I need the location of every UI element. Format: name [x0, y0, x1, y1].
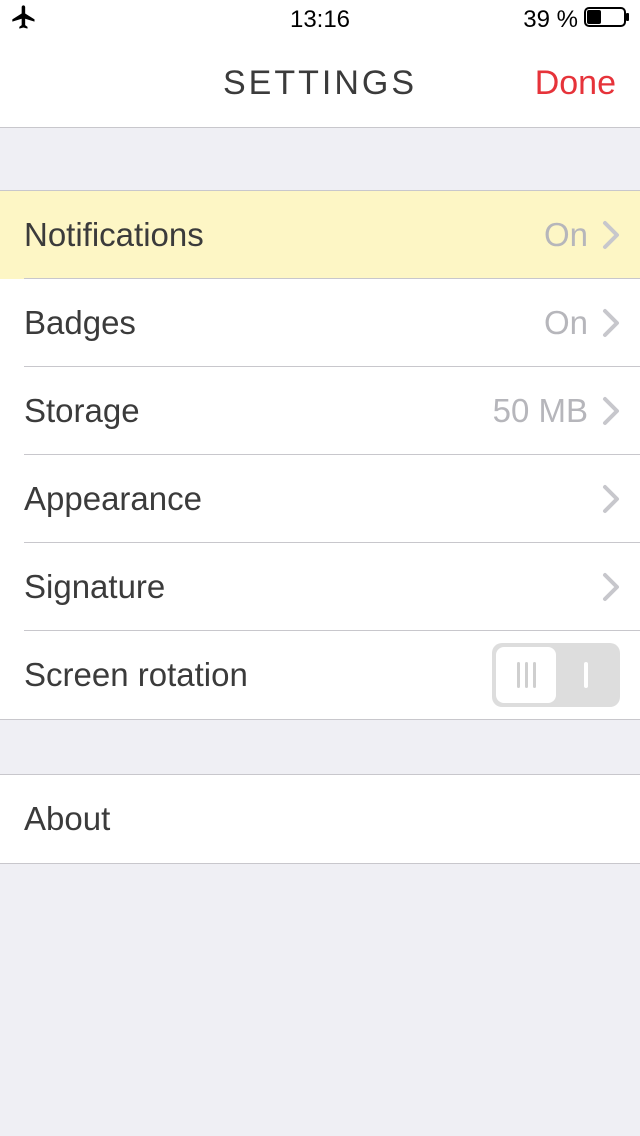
settings-list-about: About	[0, 774, 640, 864]
settings-list-main: Notifications On Badges On Storage 50 MB…	[0, 190, 640, 720]
row-value: On	[544, 304, 588, 342]
airplane-mode-icon	[10, 3, 38, 38]
nav-bar: SETTINGS Done	[0, 40, 640, 128]
section-gap	[0, 720, 640, 774]
row-screen-rotation: Screen rotation	[0, 631, 640, 719]
row-signature[interactable]: Signature	[0, 543, 640, 631]
status-time: 13:16	[290, 6, 350, 34]
status-right: 39 %	[523, 6, 630, 34]
row-tail: On	[544, 216, 620, 254]
page-title: SETTINGS	[223, 64, 417, 103]
screen-rotation-toggle[interactable]	[492, 643, 620, 707]
row-tail: 50 MB	[493, 392, 620, 430]
toggle-knob	[496, 647, 556, 703]
row-label: Storage	[24, 392, 140, 430]
status-bar: 13:16 39 %	[0, 0, 640, 40]
row-tail: On	[544, 304, 620, 342]
row-tail	[492, 643, 620, 707]
chevron-right-icon	[602, 220, 620, 250]
battery-icon	[584, 6, 630, 34]
row-label: Notifications	[24, 216, 204, 254]
row-tail	[602, 572, 620, 602]
row-label: Badges	[24, 304, 136, 342]
done-button[interactable]: Done	[535, 64, 616, 103]
toggle-off-side	[556, 662, 616, 688]
row-appearance[interactable]: Appearance	[0, 455, 640, 543]
battery-percentage: 39 %	[523, 6, 578, 34]
chevron-right-icon	[602, 572, 620, 602]
row-value: 50 MB	[493, 392, 588, 430]
row-notifications[interactable]: Notifications On	[0, 191, 640, 279]
row-value: On	[544, 216, 588, 254]
chevron-right-icon	[602, 396, 620, 426]
row-tail	[602, 484, 620, 514]
row-label: Screen rotation	[24, 656, 248, 694]
row-label: Signature	[24, 568, 165, 606]
status-left	[10, 3, 38, 38]
chevron-right-icon	[602, 308, 620, 338]
row-about[interactable]: About	[0, 775, 640, 863]
row-storage[interactable]: Storage 50 MB	[0, 367, 640, 455]
section-gap	[0, 128, 640, 190]
row-label: About	[24, 800, 110, 838]
chevron-right-icon	[602, 484, 620, 514]
row-badges[interactable]: Badges On	[0, 279, 640, 367]
row-label: Appearance	[24, 480, 202, 518]
